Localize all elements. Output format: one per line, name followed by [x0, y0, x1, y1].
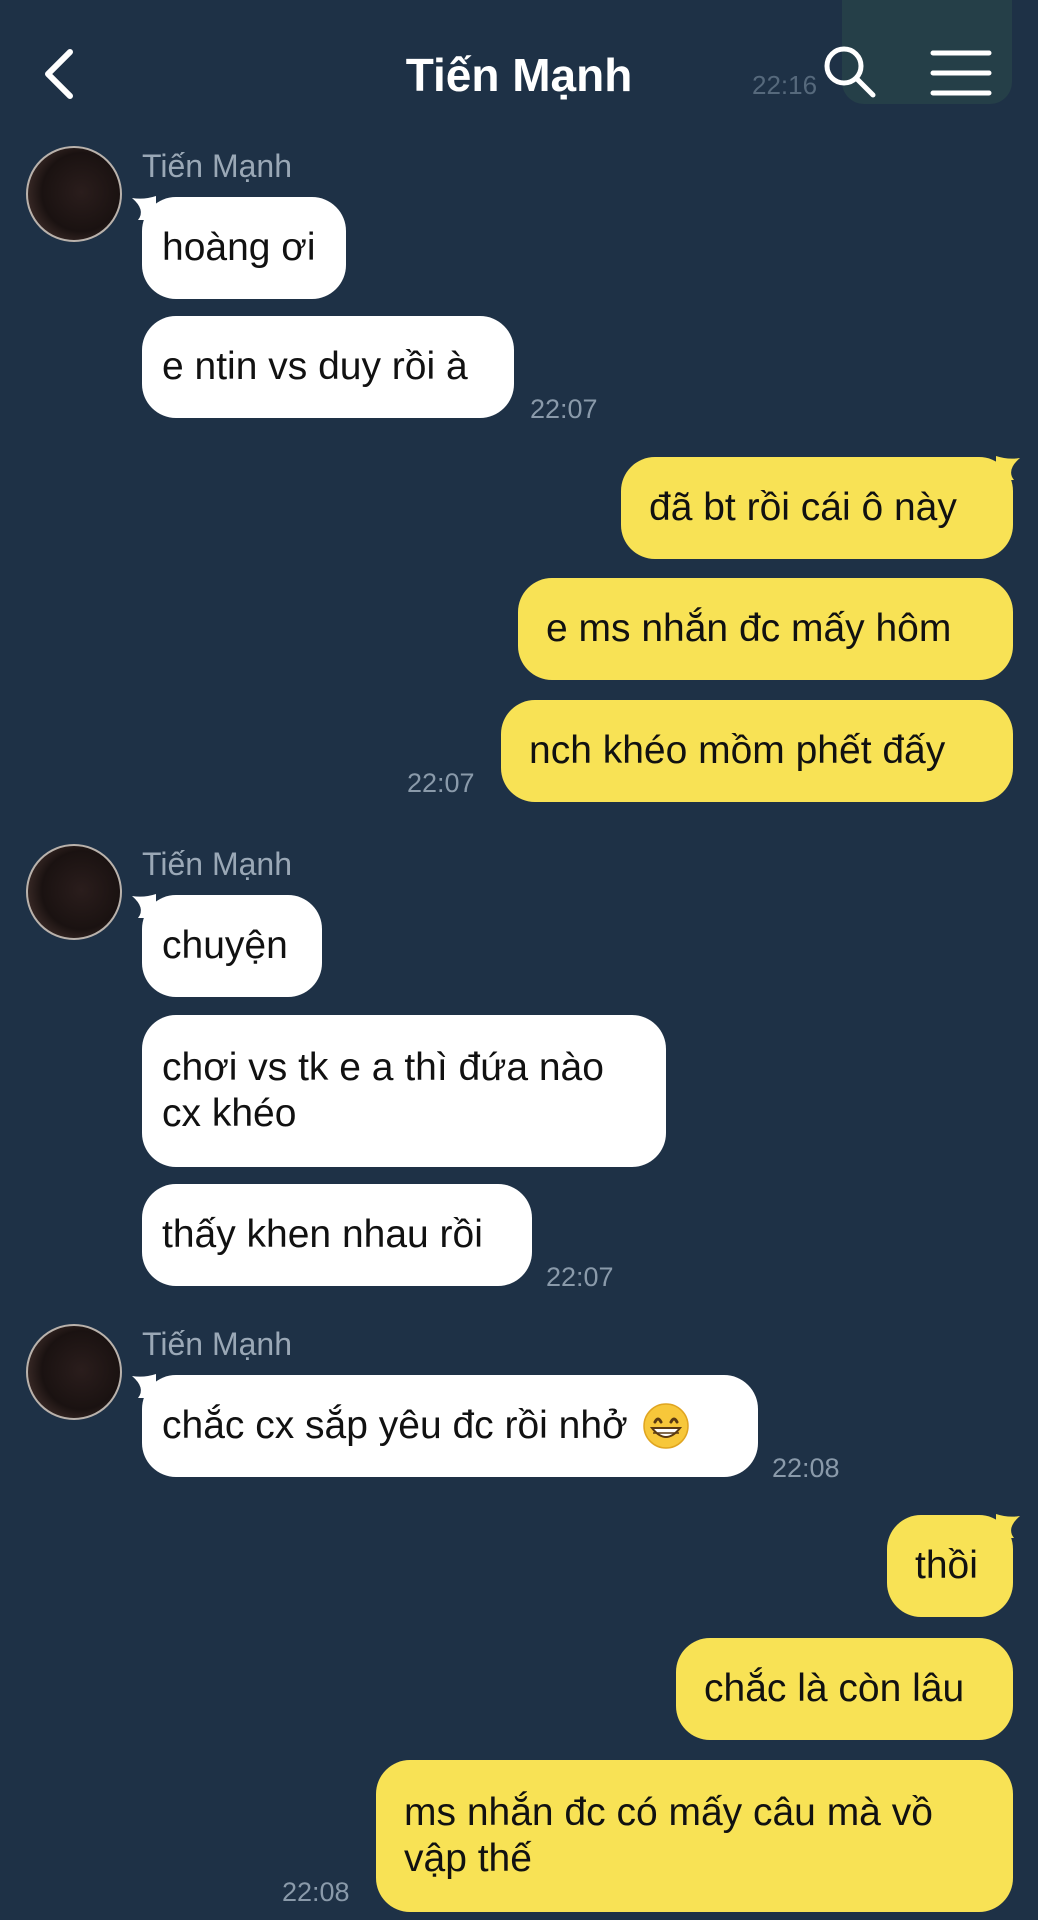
message-timestamp: 22:07: [530, 394, 598, 424]
chat-header: 22:16 Tiến Mạnh: [0, 0, 1038, 150]
contact-avatar[interactable]: [26, 1324, 122, 1420]
message-bubble-outgoing[interactable]: e ms nhắn đc mấy hôm: [518, 578, 1013, 680]
message-timestamp: 22:07: [546, 1262, 614, 1292]
contact-avatar[interactable]: [26, 844, 122, 940]
message-bubble-outgoing[interactable]: chắc là còn lâu: [676, 1638, 1013, 1740]
message-text: chắc cx sắp yêu đc rồi nhở: [162, 1404, 628, 1447]
chat-title: Tiến Mạnh: [405, 49, 633, 101]
message-bubble-outgoing[interactable]: thồi: [887, 1515, 1013, 1617]
sender-name: Tiến Mạnh: [142, 846, 292, 882]
message-timestamp: 22:08: [772, 1453, 840, 1483]
menu-button[interactable]: [930, 48, 992, 98]
contact-avatar[interactable]: [26, 146, 122, 242]
message-bubble-outgoing[interactable]: đã bt rồi cái ô này: [621, 457, 1013, 559]
search-icon: [824, 46, 876, 98]
sender-name: Tiến Mạnh: [142, 1326, 292, 1362]
message-bubble-incoming[interactable]: thấy khen nhau rồi: [142, 1184, 532, 1286]
message-bubble-incoming[interactable]: chắc cx sắp yêu đc rồi nhở: [142, 1375, 758, 1477]
message-bubble-incoming[interactable]: chơi vs tk e a thì đứa nào cx khéo: [142, 1015, 666, 1167]
sender-name: Tiến Mạnh: [142, 148, 292, 184]
message-bubble-outgoing[interactable]: ms nhắn đc có mấy câu mà vồ vập thế: [376, 1760, 1013, 1912]
search-button[interactable]: [822, 44, 878, 100]
message-timestamp: 22:08: [282, 1877, 350, 1907]
message-bubble-incoming[interactable]: hoàng ơi: [142, 197, 346, 299]
message-timestamp: 22:07: [407, 768, 475, 798]
message-bubble-incoming[interactable]: e ntin vs duy rồi à: [142, 316, 514, 418]
grinning-face-icon: [642, 1403, 689, 1449]
hamburger-menu-icon: [930, 50, 992, 96]
message-bubble-outgoing[interactable]: nch khéo mồm phết đấy: [501, 700, 1013, 802]
message-bubble-incoming[interactable]: chuyện: [142, 895, 322, 997]
